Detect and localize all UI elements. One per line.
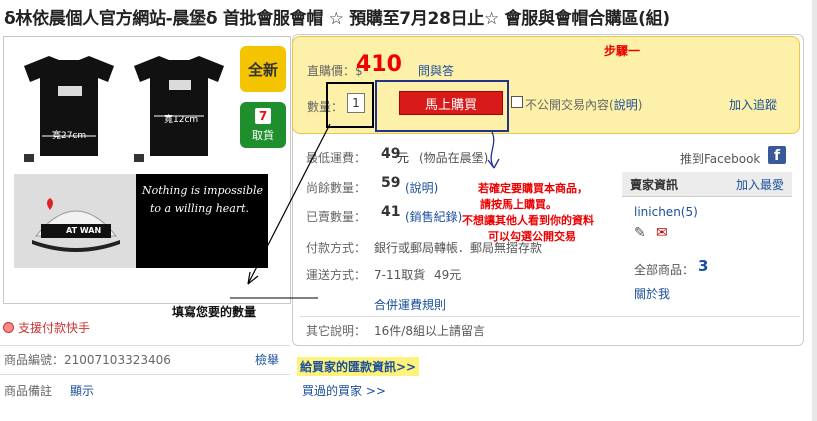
- past-buyers-link[interactable]: 買過的買家 >>: [302, 382, 386, 399]
- payment-info-link[interactable]: 給買家的匯款資訊>>: [297, 357, 420, 376]
- scrollbar[interactable]: [812, 0, 817, 421]
